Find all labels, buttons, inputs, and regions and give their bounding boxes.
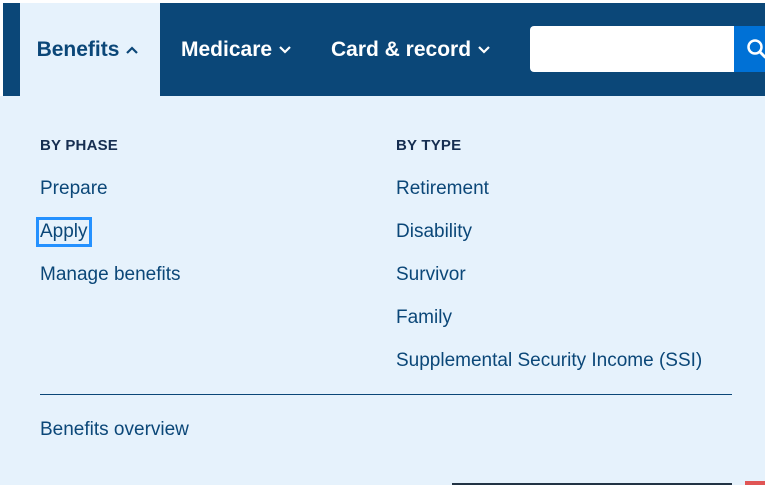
benefits-dropdown-menu: BY PHASE Prepare Apply Manage benefits B… — [0, 96, 765, 485]
by-type-heading: BY TYPE — [396, 137, 462, 154]
chevron-down-icon — [279, 45, 291, 54]
nav-medicare-label: Medicare — [181, 37, 273, 61]
main-navigation: Benefits Medicare Card & record — [0, 0, 765, 96]
page-content-peek — [0, 479, 765, 485]
by-phase-heading: BY PHASE — [40, 137, 119, 154]
nav-medicare-button[interactable]: Medicare — [181, 3, 292, 96]
nav-card-record-button[interactable]: Card & record — [331, 3, 491, 96]
chevron-down-icon — [478, 45, 490, 54]
link-benefits-overview[interactable]: Benefits overview — [40, 419, 189, 441]
nav-benefits-label: Benefits — [36, 37, 120, 61]
link-ssi[interactable]: Supplemental Security Income (SSI) — [396, 350, 702, 372]
search-input[interactable] — [530, 26, 734, 72]
link-manage-benefits[interactable]: Manage benefits — [40, 264, 181, 286]
nav-left-border — [0, 0, 3, 96]
link-prepare[interactable]: Prepare — [40, 178, 108, 200]
search-button[interactable] — [734, 26, 765, 72]
search-icon — [747, 39, 765, 59]
link-apply[interactable]: Apply — [36, 217, 92, 247]
link-disability[interactable]: Disability — [396, 221, 472, 243]
link-family[interactable]: Family — [396, 307, 452, 329]
nav-benefits-button[interactable]: Benefits — [20, 3, 160, 96]
link-retirement[interactable]: Retirement — [396, 178, 489, 200]
menu-divider — [40, 394, 732, 395]
link-survivor[interactable]: Survivor — [396, 264, 466, 286]
underlying-page-accent — [745, 481, 765, 485]
chevron-up-icon — [126, 45, 139, 54]
nav-card-record-label: Card & record — [331, 37, 472, 61]
